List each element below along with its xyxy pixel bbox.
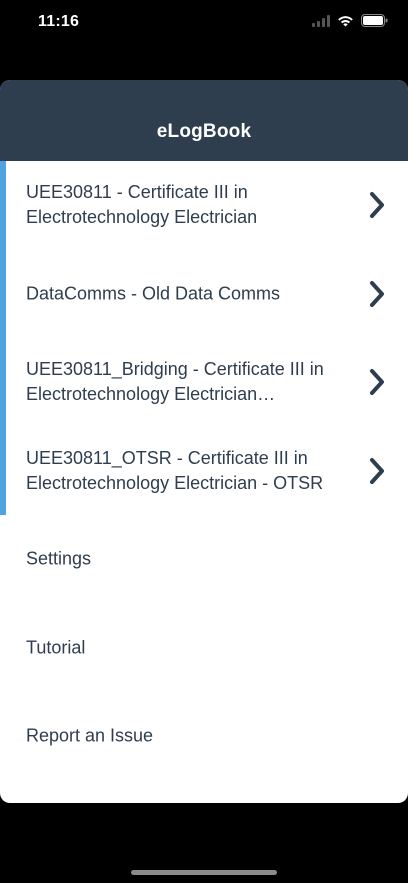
- status-bar: 11:16: [0, 0, 408, 46]
- cellular-signal-icon: [312, 14, 330, 27]
- course-item[interactable]: UEE30811_Bridging - Certificate III in E…: [0, 338, 408, 427]
- course-label: UEE30811 - Certificate III in Electrotec…: [26, 182, 258, 228]
- course-list: UEE30811 - Certificate III in Electrotec…: [0, 161, 408, 515]
- settings-label: Settings: [26, 548, 92, 569]
- course-label: DataComms - Old Data Comms: [26, 283, 281, 304]
- app-screen: 11:16 eLogBook UEE30811 - Certificate II…: [0, 0, 408, 883]
- report-issue-label: Report an Issue: [26, 725, 154, 746]
- status-icons: [312, 14, 388, 27]
- wifi-icon: [338, 15, 353, 26]
- tutorial-menu-item[interactable]: Tutorial: [0, 604, 408, 693]
- course-item[interactable]: DataComms - Old Data Comms: [0, 249, 408, 338]
- course-label: UEE30811_OTSR - Certificate III in Elect…: [26, 447, 324, 493]
- chevron-right-icon: [370, 280, 384, 307]
- course-item[interactable]: UEE30811_OTSR - Certificate III in Elect…: [0, 426, 408, 515]
- status-time: 11:16: [38, 13, 80, 30]
- home-indicator[interactable]: [131, 870, 277, 875]
- chevron-right-icon: [370, 457, 384, 484]
- battery-icon: [361, 14, 388, 27]
- tutorial-label: Tutorial: [26, 637, 86, 658]
- menu-list: Settings Tutorial Report an Issue: [0, 515, 408, 781]
- course-label: UEE30811_Bridging - Certificate III in E…: [26, 359, 324, 405]
- course-item[interactable]: UEE30811 - Certificate III in Electrotec…: [0, 161, 408, 250]
- page-title: eLogBook: [156, 121, 252, 142]
- header-bar: eLogBook: [0, 80, 408, 161]
- report-issue-menu-item[interactable]: Report an Issue: [0, 692, 408, 781]
- chevron-right-icon: [370, 192, 384, 219]
- chevron-right-icon: [370, 369, 384, 396]
- menu-sheet: eLogBook UEE30811 - Certificate III in E…: [0, 80, 408, 803]
- settings-menu-item[interactable]: Settings: [0, 515, 408, 604]
